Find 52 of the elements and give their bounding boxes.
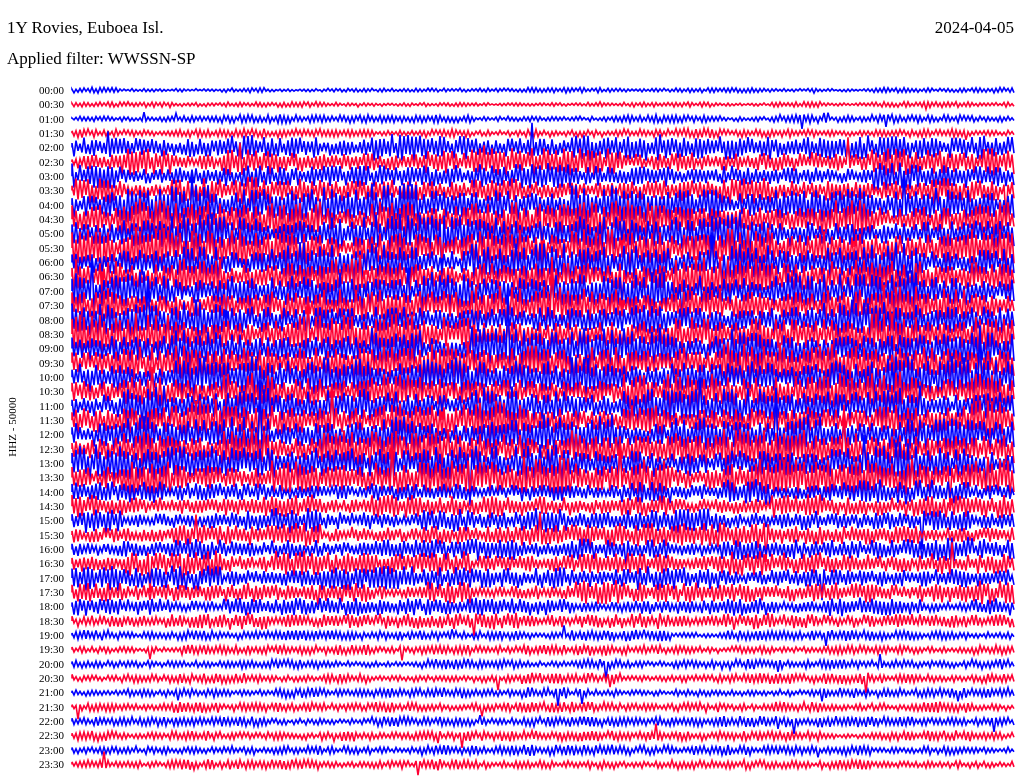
- station-title: 1Y Rovies, Euboea Isl.: [7, 18, 164, 39]
- time-label: 23:00: [37, 742, 64, 758]
- time-label: 19:30: [37, 642, 64, 657]
- time-label: 05:00: [37, 226, 64, 241]
- time-label: 08:00: [37, 312, 64, 327]
- time-label: 20:30: [37, 671, 64, 686]
- time-label: 02:00: [37, 140, 64, 155]
- time-label: 18:30: [37, 613, 64, 629]
- time-label: 04:30: [37, 212, 64, 227]
- time-label: 15:00: [37, 513, 64, 528]
- time-label: 22:00: [37, 714, 64, 729]
- time-label: 21:30: [37, 699, 64, 715]
- time-label: 10:30: [37, 384, 64, 399]
- time-label: 13:30: [37, 470, 64, 485]
- channel-label: HHZ - 50000: [6, 397, 18, 458]
- time-label: 06:00: [37, 255, 64, 270]
- time-label: 01:30: [37, 126, 64, 141]
- time-label: 12:00: [37, 427, 64, 442]
- time-label: 19:00: [37, 628, 64, 643]
- time-label: 11:30: [38, 412, 64, 428]
- time-label: 05:30: [37, 240, 64, 256]
- time-label: 22:30: [37, 728, 64, 743]
- time-label: 12:30: [37, 441, 64, 456]
- time-label: 00:00: [37, 83, 64, 98]
- time-label: 01:00: [37, 111, 64, 127]
- time-label: 03:00: [37, 169, 64, 184]
- date-label: 2024-04-05: [934, 18, 1014, 39]
- time-label: 16:00: [37, 542, 64, 557]
- time-label: 03:30: [37, 183, 64, 198]
- time-label: 08:30: [37, 326, 64, 342]
- time-label: 15:30: [37, 527, 64, 542]
- time-label: 17:30: [37, 585, 64, 600]
- time-label: 02:30: [37, 154, 64, 170]
- time-label: 04:00: [37, 197, 64, 213]
- time-label: 14:30: [37, 498, 64, 514]
- time-label: 07:00: [37, 283, 64, 299]
- time-label: 11:00: [38, 398, 64, 413]
- time-label: 07:30: [37, 298, 64, 313]
- time-label: 20:00: [37, 656, 64, 672]
- time-label: 14:00: [37, 484, 64, 499]
- time-label: 17:00: [37, 570, 64, 586]
- time-label: 09:30: [37, 355, 64, 370]
- time-label: 09:00: [37, 341, 64, 356]
- time-label: 06:30: [37, 269, 64, 284]
- time-label: 00:30: [37, 97, 64, 112]
- time-label: 10:00: [37, 369, 64, 385]
- time-label: 16:30: [37, 556, 64, 571]
- time-label: 21:00: [37, 685, 64, 700]
- time-label: 23:30: [37, 757, 64, 772]
- time-label: 18:00: [37, 599, 64, 614]
- filter-label: Applied filter: WWSSN-SP: [7, 49, 196, 68]
- time-label: 13:00: [37, 455, 64, 471]
